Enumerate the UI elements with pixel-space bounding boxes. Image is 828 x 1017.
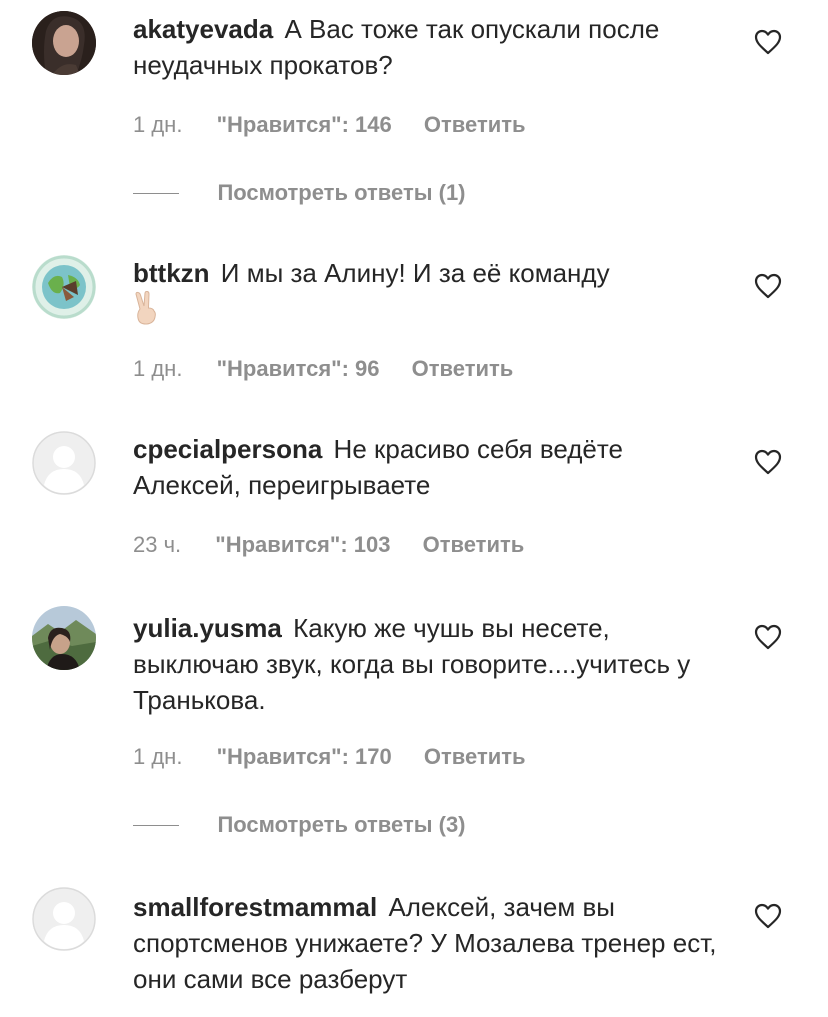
reply-button[interactable]: Ответить bbox=[412, 355, 514, 383]
avatar[interactable] bbox=[32, 11, 96, 75]
reply-button[interactable]: Ответить bbox=[424, 111, 526, 139]
reply-button[interactable]: Ответить bbox=[424, 743, 526, 771]
view-replies-button[interactable]: Посмотреть ответы (3) bbox=[133, 811, 466, 839]
heart-outline-icon[interactable] bbox=[754, 903, 782, 929]
comment-meta: 23 ч. "Нравится": 103 Ответить bbox=[133, 531, 524, 559]
divider-line bbox=[133, 192, 179, 194]
comment-text-block: bttkzn И мы за Алину! И за её команду bbox=[133, 255, 723, 334]
like-count[interactable]: "Нравится": 103 bbox=[215, 531, 390, 559]
heart-outline-icon[interactable] bbox=[754, 273, 782, 299]
timestamp[interactable]: 23 ч. bbox=[133, 531, 181, 559]
divider-line bbox=[133, 824, 179, 826]
avatar[interactable] bbox=[32, 431, 96, 495]
view-replies-button[interactable]: Посмотреть ответы (1) bbox=[133, 179, 466, 207]
username[interactable]: yulia.yusma bbox=[133, 613, 282, 643]
victory-hand-icon bbox=[135, 290, 156, 325]
avatar[interactable] bbox=[32, 606, 96, 670]
timestamp[interactable]: 1 дн. bbox=[133, 355, 182, 383]
username[interactable]: bttkzn bbox=[133, 258, 210, 288]
victory-hand-emoji bbox=[133, 290, 159, 334]
comment-text-block: akatyevada А Вас тоже так опускали после… bbox=[133, 11, 723, 83]
like-count[interactable]: "Нравится": 146 bbox=[217, 111, 392, 139]
comment-text-block: smallforestmammal Алексей, зачем вы спор… bbox=[133, 889, 723, 997]
avatar[interactable] bbox=[32, 255, 96, 319]
butterfly-globe-avatar bbox=[32, 255, 96, 319]
like-count[interactable]: "Нравится": 170 bbox=[217, 743, 392, 771]
heart-outline-icon[interactable] bbox=[754, 29, 782, 55]
view-replies-label: Посмотреть ответы (1) bbox=[217, 180, 466, 205]
user-photo-avatar bbox=[32, 11, 96, 75]
comment-text-block: yulia.yusma Какую же чушь вы несете, вык… bbox=[133, 610, 723, 718]
comment-meta: 1 дн. "Нравится": 170 Ответить bbox=[133, 743, 526, 771]
username[interactable]: cpecialpersona bbox=[133, 434, 322, 464]
timestamp[interactable]: 1 дн. bbox=[133, 111, 182, 139]
heart-outline-icon[interactable] bbox=[754, 624, 782, 650]
username[interactable]: smallforestmammal bbox=[133, 892, 377, 922]
comment-text: И мы за Алину! И за её команду bbox=[220, 258, 610, 288]
heart-outline-icon[interactable] bbox=[754, 449, 782, 475]
comment-text-block: cpecialpersona Не красиво себя ведёте Ал… bbox=[133, 431, 723, 503]
username[interactable]: akatyevada bbox=[133, 14, 273, 44]
default-avatar-icon bbox=[32, 887, 96, 951]
user-photo-avatar bbox=[32, 606, 96, 670]
timestamp[interactable]: 1 дн. bbox=[133, 743, 182, 771]
comment-meta: 1 дн. "Нравится": 146 Ответить bbox=[133, 111, 526, 139]
comment-meta: 1 дн. "Нравится": 96 Ответить bbox=[133, 355, 513, 383]
like-count[interactable]: "Нравится": 96 bbox=[217, 355, 380, 383]
reply-button[interactable]: Ответить bbox=[423, 531, 525, 559]
default-avatar-icon bbox=[32, 431, 96, 495]
avatar[interactable] bbox=[32, 887, 96, 951]
view-replies-label: Посмотреть ответы (3) bbox=[217, 812, 466, 837]
